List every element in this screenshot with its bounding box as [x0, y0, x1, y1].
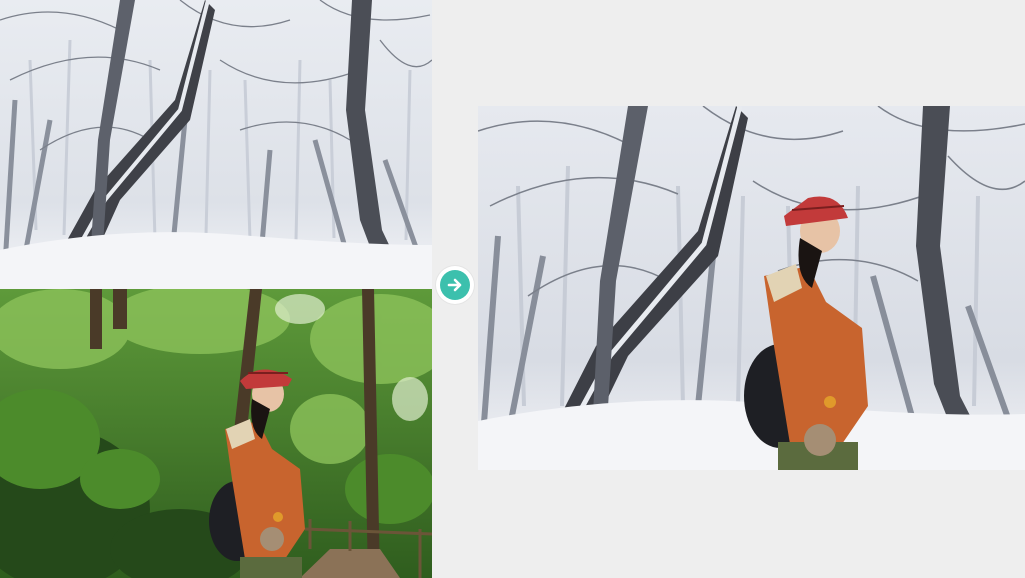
snowy-forest-image — [0, 0, 432, 289]
woman-forest-image — [0, 289, 432, 578]
arrow-right-icon — [436, 266, 474, 304]
composited-result-image — [478, 106, 1025, 470]
